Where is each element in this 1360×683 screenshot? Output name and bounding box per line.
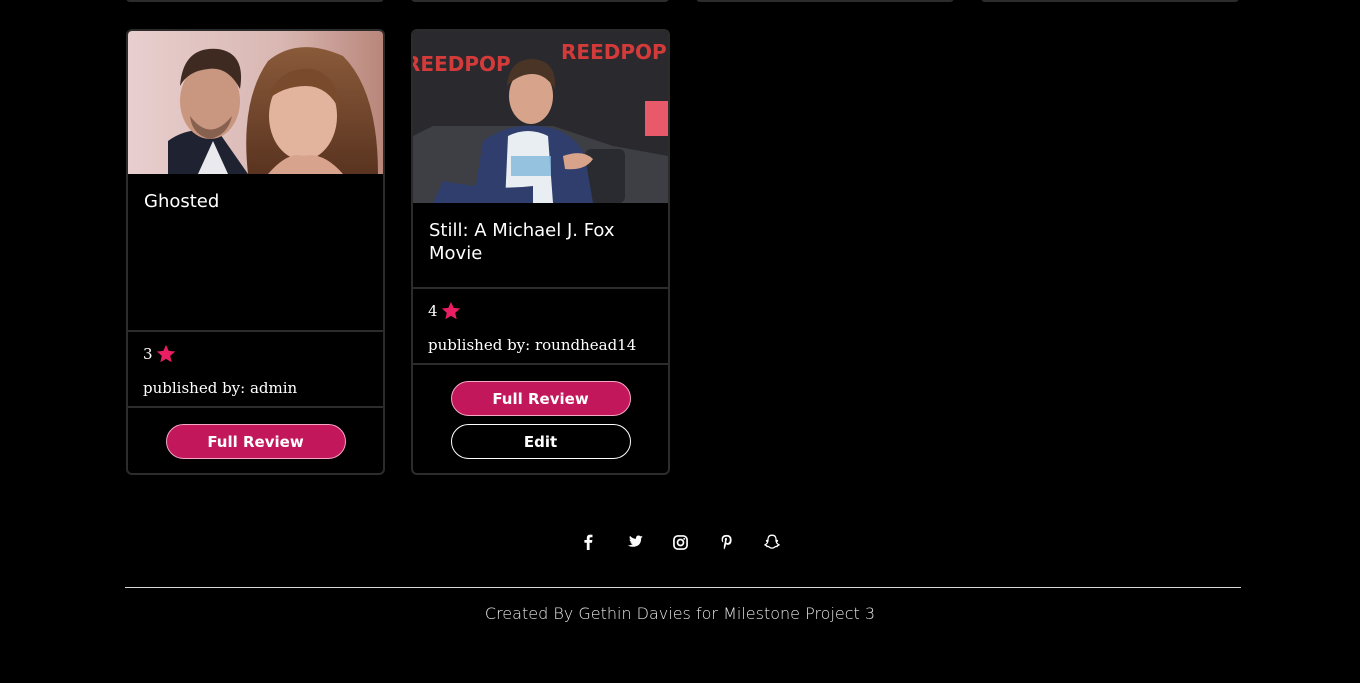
star-icon (441, 301, 460, 320)
review-title: Ghosted (128, 174, 383, 332)
review-actions: Full Review (128, 408, 383, 467)
poster-image (128, 31, 383, 174)
svg-text:REEDPOP: REEDPOP (413, 52, 511, 76)
full-review-button[interactable]: Full Review (165, 424, 346, 459)
publisher-label: published by: roundhead14 (428, 336, 637, 354)
review-card: Ghosted 3 published by: admin Full Revie… (126, 29, 385, 475)
reviews-page: Ghosted 3 published by: admin Full Revie… (0, 0, 1360, 683)
rating-value: 3 (143, 345, 153, 363)
footer-divider (125, 587, 1241, 588)
review-card: REEDPOP REEDPOP OP Still: A Michael J. F… (411, 29, 670, 475)
svg-text:REEDPOP: REEDPOP (561, 40, 667, 64)
rating: 4 (428, 299, 653, 323)
facebook-icon[interactable] (578, 530, 598, 554)
review-title: Still: A Michael J. Fox Movie (413, 203, 668, 289)
poster-image: REEDPOP REEDPOP OP (413, 31, 668, 203)
full-review-button[interactable]: Full Review (450, 381, 631, 416)
rating-value: 4 (428, 302, 438, 320)
card-previous-row (696, 0, 954, 2)
edit-button[interactable]: Edit (450, 424, 631, 459)
review-card-image: REEDPOP REEDPOP OP (413, 31, 668, 203)
rating: 3 (143, 342, 368, 366)
footer-credit: Created By Gethin Davies for Milestone P… (484, 604, 876, 623)
instagram-icon[interactable] (670, 530, 690, 554)
publisher-label: published by: admin (143, 379, 298, 397)
review-meta: 4 published by: roundhead14 (413, 289, 668, 365)
social-links (0, 530, 1360, 554)
card-previous-row (981, 0, 1239, 2)
pinterest-icon[interactable] (716, 530, 736, 554)
review-actions: Full Review Edit (413, 365, 668, 467)
review-meta: 3 published by: admin (128, 332, 383, 408)
card-previous-row (411, 0, 669, 2)
snapchat-icon[interactable] (762, 530, 782, 554)
card-previous-row (126, 0, 384, 2)
twitter-icon[interactable] (624, 530, 644, 554)
review-card-image (128, 31, 383, 174)
star-icon (156, 344, 175, 363)
